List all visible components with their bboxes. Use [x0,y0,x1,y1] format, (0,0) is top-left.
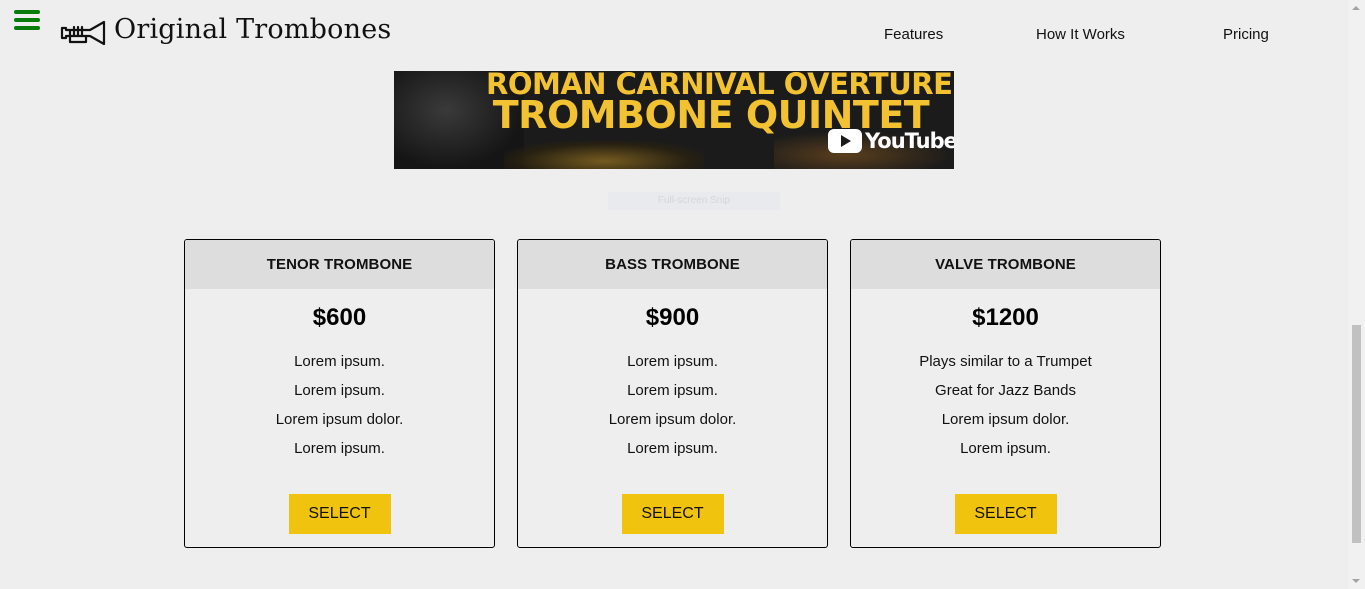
scroll-down-arrow-icon[interactable] [1352,579,1360,583]
feature-item: Lorem ipsum. [294,382,385,399]
feature-list: Lorem ipsum. Lorem ipsum. Lorem ipsum do… [518,347,827,463]
feature-list: Lorem ipsum. Lorem ipsum. Lorem ipsum do… [185,347,494,463]
feature-item: Lorem ipsum. [627,440,718,457]
hamburger-bar [14,10,40,14]
brand-name[interactable]: Original Trombones [114,14,391,45]
card-price: $1200 [972,304,1039,331]
feature-item: Great for Jazz Bands [935,382,1076,399]
pricing-card-valve: VALVE TROMBONE $1200 Plays similar to a … [850,239,1161,548]
scroll-up-arrow-icon[interactable] [1352,6,1360,10]
fullscreen-snip-button[interactable]: Full-screen Snip [608,192,780,210]
pricing-card-tenor: TENOR TROMBONE $600 Lorem ipsum. Lorem i… [184,239,495,548]
hamburger-bar [14,18,40,22]
card-price: $600 [312,304,367,331]
feature-item: Lorem ipsum. [294,440,385,457]
scrollbar-thumb[interactable] [1352,325,1361,543]
feature-item: Lorem ipsum dolor. [608,411,737,428]
select-button-tenor[interactable]: SELECT [288,494,391,534]
feature-item: Lorem ipsum. [627,353,718,370]
feature-item: Lorem ipsum. [627,382,718,399]
youtube-logo[interactable]: YouTube [828,127,954,155]
feature-item: Lorem ipsum. [960,440,1051,457]
video-thumbnail-brass [504,141,704,169]
vertical-scrollbar[interactable] [1348,0,1365,589]
feature-list: Plays similar to a Trumpet Great for Jaz… [851,347,1160,463]
nav-link-pricing[interactable]: Pricing [1223,26,1269,43]
video-embed[interactable]: ROMAN CARNIVAL OVERTURE TROMBONE QUINTET… [394,71,954,169]
feature-item: Plays similar to a Trumpet [919,353,1092,370]
youtube-play-icon [828,129,862,153]
select-button-bass[interactable]: SELECT [621,494,724,534]
nav-link-how-it-works[interactable]: How It Works [1036,26,1125,43]
youtube-wordmark: YouTube [865,129,954,153]
site-header: Original Trombones Features How It Works… [0,0,1348,70]
select-button-valve[interactable]: SELECT [954,494,1057,534]
trumpet-icon [60,20,106,46]
card-title: VALVE TROMBONE [851,240,1160,289]
hamburger-bar [14,26,40,30]
page: Original Trombones Features How It Works… [0,0,1365,589]
pricing-card-bass: BASS TROMBONE $900 Lorem ipsum. Lorem ip… [517,239,828,548]
card-title: TENOR TROMBONE [185,240,494,289]
nav-link-features[interactable]: Features [884,26,943,43]
feature-item: Lorem ipsum. [294,353,385,370]
feature-item: Lorem ipsum dolor. [275,411,404,428]
card-price: $900 [645,304,700,331]
hamburger-menu-icon[interactable] [14,10,40,32]
card-title: BASS TROMBONE [518,240,827,289]
feature-item: Lorem ipsum dolor. [941,411,1070,428]
